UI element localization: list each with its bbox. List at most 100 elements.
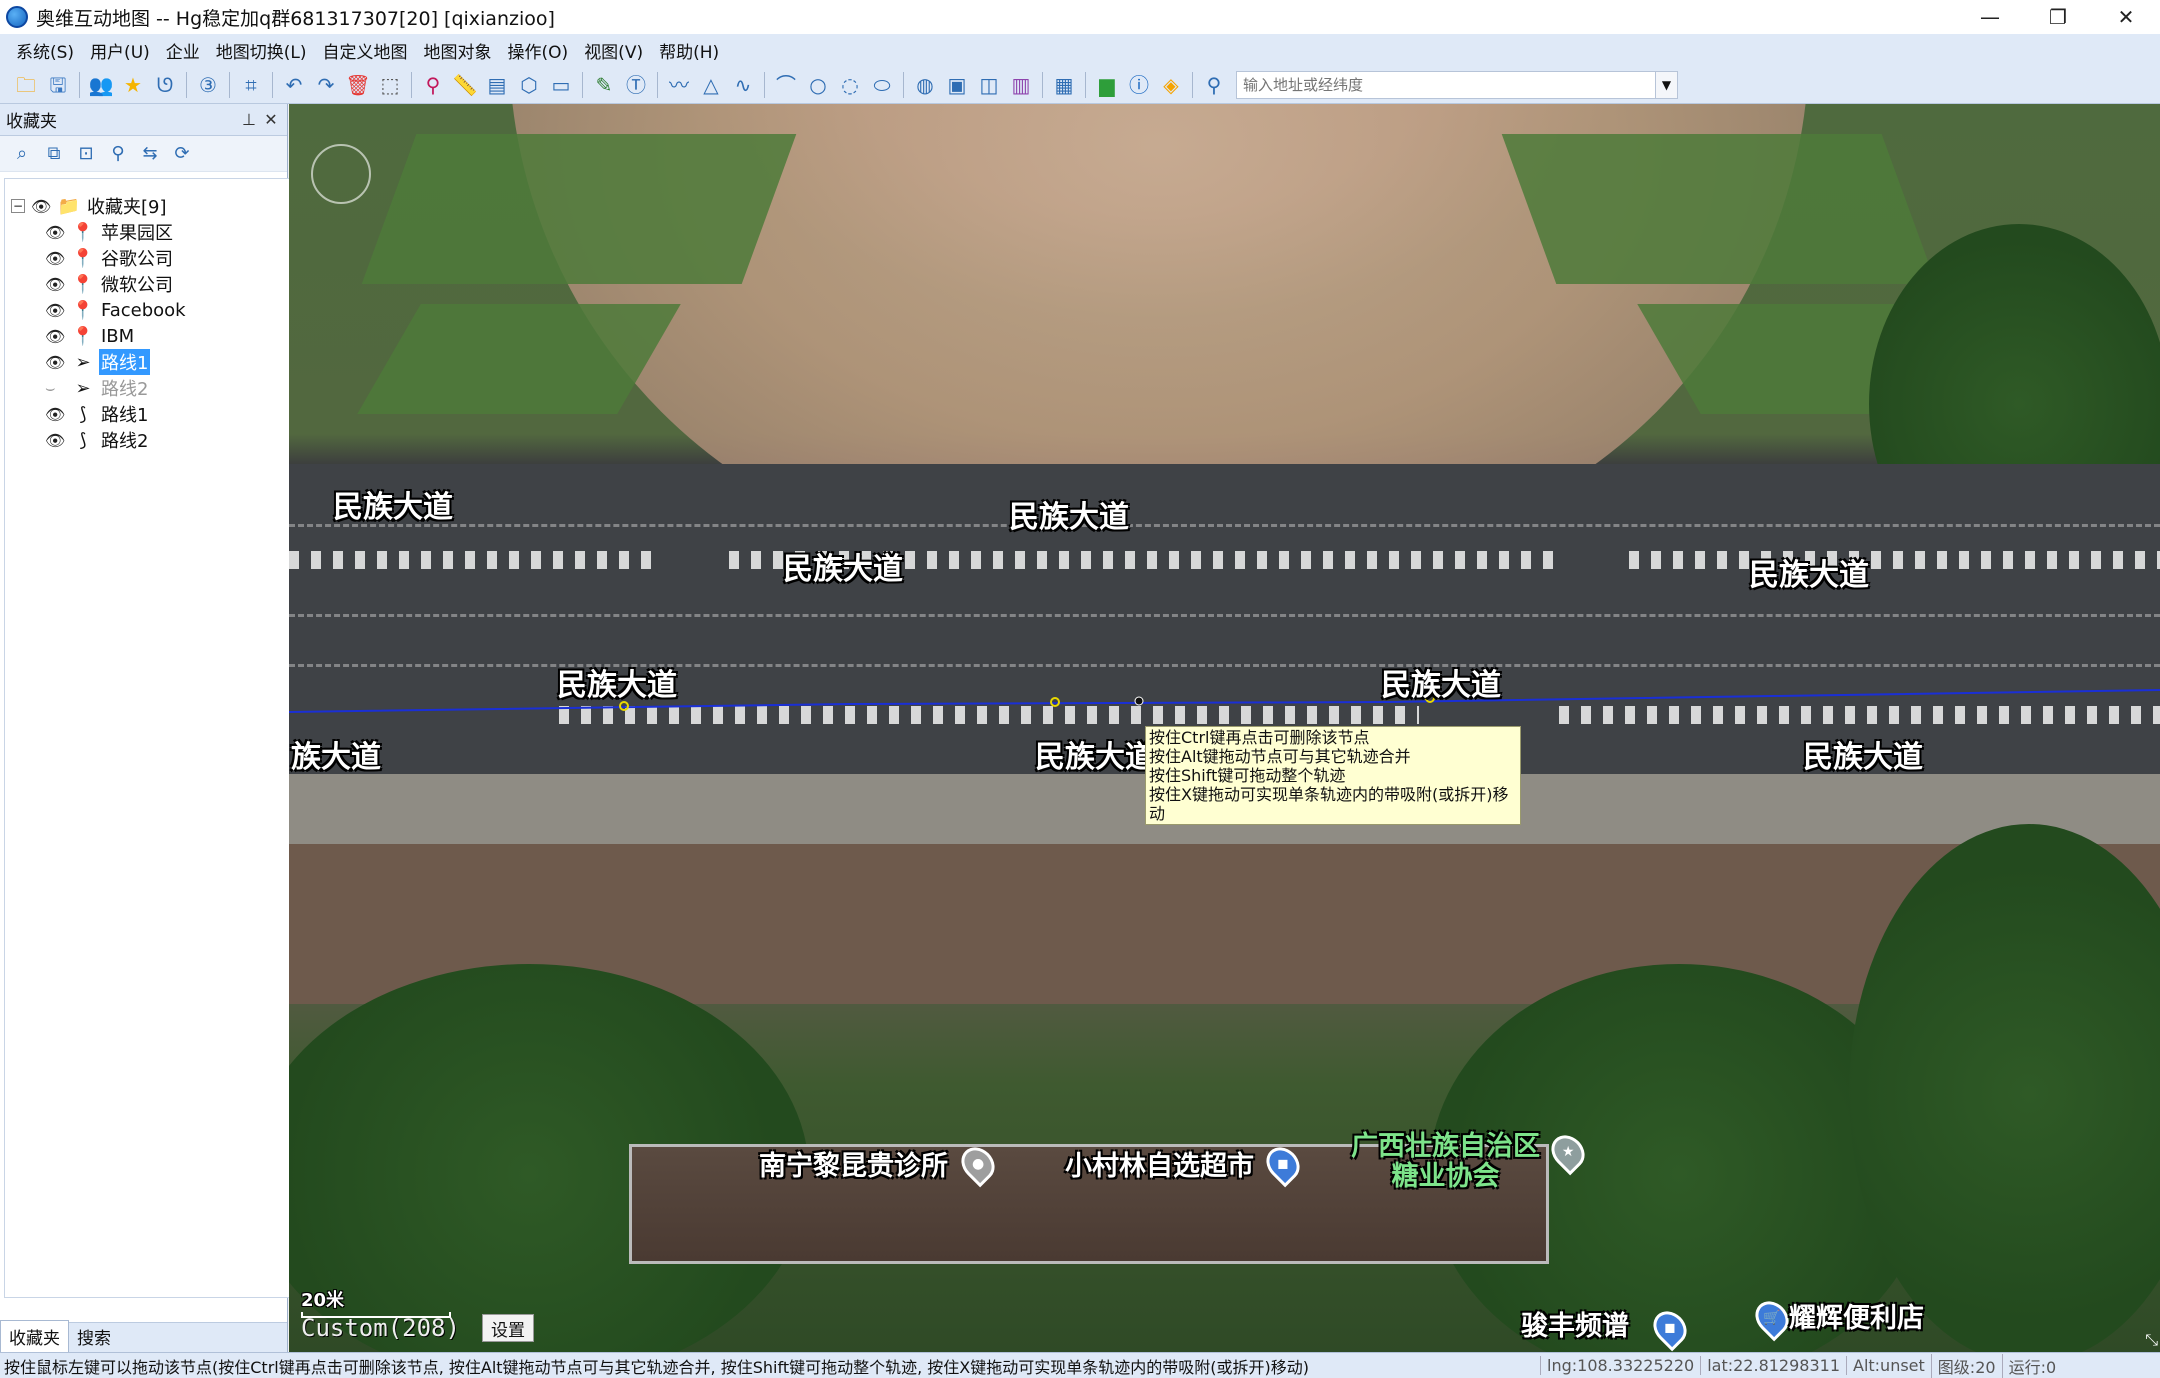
road-label: 民族大道 <box>783 552 903 587</box>
menu-help[interactable]: 帮助(H) <box>651 38 727 63</box>
toolbar-separator <box>657 71 658 98</box>
tree-item[interactable]: 👁 📍 苹果园区 <box>45 219 175 245</box>
tree-item[interactable]: 👁 📍 谷歌公司 <box>45 245 175 271</box>
search-icon[interactable]: ⌕ <box>9 141 35 167</box>
pin-edit-icon[interactable]: ✎ <box>591 72 617 98</box>
track-node[interactable] <box>1134 696 1144 706</box>
chat-icon[interactable]: ▆ <box>1094 72 1120 98</box>
refresh-icon[interactable]: ⟳ <box>169 141 195 167</box>
poi-label-sugar-association[interactable]: 广西壮族自治区 糖业协会 <box>1351 1132 1540 1192</box>
navigate-icon: ➢ <box>75 377 91 399</box>
collapse-icon[interactable]: − <box>11 199 25 213</box>
eye-closed-icon[interactable]: ⌣ <box>45 378 71 398</box>
grid-icon[interactable]: ▦ <box>1051 72 1077 98</box>
menu-map-switch[interactable]: 地图切换(L) <box>208 38 315 63</box>
ellipse-icon[interactable]: ⬭ <box>869 72 895 98</box>
area-icon[interactable]: ▤ <box>484 72 510 98</box>
marker-icon: 📍 <box>71 273 95 295</box>
tree-item[interactable]: 👁 📍 IBM <box>45 323 136 349</box>
eye-icon[interactable]: 👁 <box>45 431 71 450</box>
arc-icon[interactable]: ⌒ <box>773 72 799 98</box>
delete-icon[interactable]: 🗑 <box>345 72 371 98</box>
address-search-input[interactable] <box>1236 70 1656 99</box>
tab-search[interactable]: 搜索 <box>69 1321 119 1352</box>
tab-favorites[interactable]: 收藏夹 <box>0 1320 69 1352</box>
users-icon[interactable]: 👥 <box>88 72 114 98</box>
circle-icon[interactable]: ○ <box>805 72 831 98</box>
scale-text: 20米 <box>301 1290 345 1311</box>
measure-icon[interactable]: 📏 <box>452 72 478 98</box>
book-icon[interactable]: ▥ <box>1008 72 1034 98</box>
search-icon[interactable]: ⚲ <box>1201 72 1227 98</box>
open-folder-icon[interactable]: 🗀 <box>13 72 39 98</box>
vip-icon[interactable]: ◈ <box>1158 72 1184 98</box>
crop-icon[interactable]: ⌗ <box>238 72 264 98</box>
tree-item-selected[interactable]: 👁 ➢ 路线1 <box>45 349 151 375</box>
poi-label-shop[interactable]: 耀辉便利店 <box>1789 1304 1924 1334</box>
route-icon[interactable]: ⇆ <box>137 141 163 167</box>
track-icon[interactable]: ᘎ <box>152 72 178 98</box>
tree-item[interactable]: 👁 📍 微软公司 <box>45 271 175 297</box>
eye-icon[interactable]: 👁 <box>31 197 57 216</box>
eye-icon[interactable]: 👁 <box>45 353 71 372</box>
polygon-icon[interactable]: ⬡ <box>516 72 542 98</box>
text-icon[interactable]: Ⓣ <box>623 72 649 98</box>
track-node[interactable] <box>1050 697 1060 707</box>
copy-icon[interactable]: ⧉ <box>41 141 67 167</box>
track-hint-tooltip: 按住Ctrl键再点击可删除该节点 按住Alt键拖动节点可与其它轨迹合并 按住Sh… <box>1145 726 1521 825</box>
window-controls: — ❐ ✕ <box>1956 0 2160 34</box>
poi-label-music[interactable]: 骏丰频谱 <box>1521 1312 1629 1342</box>
tooltip-line: 按住X键拖动可实现单条轨迹内的带吸附(或拆开)移动 <box>1149 785 1509 823</box>
menu-view[interactable]: 视图(V) <box>576 38 651 63</box>
close-panel-icon[interactable]: ✕ <box>260 108 282 130</box>
restore-button[interactable]: ❐ <box>2024 0 2092 34</box>
star-icon[interactable]: ★ <box>120 72 146 98</box>
sector-icon[interactable]: ◌ <box>837 72 863 98</box>
map-settings-button[interactable]: 设置 <box>482 1314 534 1342</box>
tree-item-root[interactable]: − 👁 📁 收藏夹[9] <box>11 193 169 219</box>
eye-icon[interactable]: 👁 <box>45 405 71 424</box>
tree-item[interactable]: 👁 📍 Facebook <box>45 297 188 323</box>
save-icon[interactable]: 🖫 <box>45 72 71 98</box>
select-icon[interactable]: ⬚ <box>377 72 403 98</box>
menu-user[interactable]: 用户(U) <box>82 38 158 63</box>
info-icon[interactable]: ⓘ <box>1126 72 1152 98</box>
resize-grip-icon[interactable]: ⤡ <box>2145 1330 2158 1350</box>
curve-icon[interactable]: ∿ <box>730 72 756 98</box>
poi-label-clinic[interactable]: 南宁黎昆贵诊所 <box>759 1152 948 1182</box>
main-toolbar: 🗀 🖫 👥 ★ ᘎ ③ ⌗ ↶ ↷ 🗑 ⬚ ⚲ 📏 ▤ ⬡ ▭ ✎ Ⓣ 〰 △ … <box>0 66 2160 104</box>
layer-icon[interactable]: ▣ <box>944 72 970 98</box>
triangle-icon[interactable]: △ <box>698 72 724 98</box>
marker-icon[interactable]: ⚲ <box>105 141 131 167</box>
menu-operation[interactable]: 操作(O) <box>500 38 577 63</box>
eye-icon[interactable]: 👁 <box>45 327 71 346</box>
tree-item[interactable]: 👁 ⟆ 路线2 <box>45 427 150 453</box>
locate-icon[interactable]: ⊡ <box>73 141 99 167</box>
eye-icon[interactable]: 👁 <box>45 275 71 294</box>
eye-icon[interactable]: 👁 <box>45 249 71 268</box>
undo-icon[interactable]: ↶ <box>281 72 307 98</box>
poi-label-supermarket[interactable]: 小村林自选超市 <box>1065 1152 1254 1182</box>
toolbar-separator <box>272 71 273 98</box>
redo-icon[interactable]: ↷ <box>313 72 339 98</box>
globe-icon[interactable]: ◍ <box>912 72 938 98</box>
close-button[interactable]: ✕ <box>2092 0 2160 34</box>
menu-enterprise[interactable]: 企业 <box>158 38 208 63</box>
tree-item[interactable]: 👁 ⟆ 路线1 <box>45 401 150 427</box>
pin-icon[interactable]: ⊥ <box>238 108 260 130</box>
map-icon[interactable]: ◫ <box>976 72 1002 98</box>
camera-icon[interactable]: ▭ <box>548 72 574 98</box>
eye-icon[interactable]: 👁 <box>45 301 71 320</box>
eye-icon[interactable]: 👁 <box>45 223 71 242</box>
polyline-icon[interactable]: 〰 <box>666 72 692 98</box>
chevron-down-icon[interactable]: ▼ <box>1656 70 1678 99</box>
3d-icon[interactable]: ③ <box>195 72 221 98</box>
tree-item-label: Facebook <box>101 299 186 321</box>
menu-map-objects[interactable]: 地图对象 <box>416 38 500 63</box>
menu-system[interactable]: 系统(S) <box>8 38 82 63</box>
add-marker-icon[interactable]: ⚲ <box>420 72 446 98</box>
tree-item-hidden[interactable]: ⌣ ➢ 路线2 <box>45 375 150 401</box>
map-canvas[interactable]: 民族大道 民族大道 民族大道 民族大道 民族大道 民族大道 族大道 民族大道 民… <box>289 104 2160 1352</box>
menu-custom-map[interactable]: 自定义地图 <box>315 38 416 63</box>
minimize-button[interactable]: — <box>1956 0 2024 34</box>
